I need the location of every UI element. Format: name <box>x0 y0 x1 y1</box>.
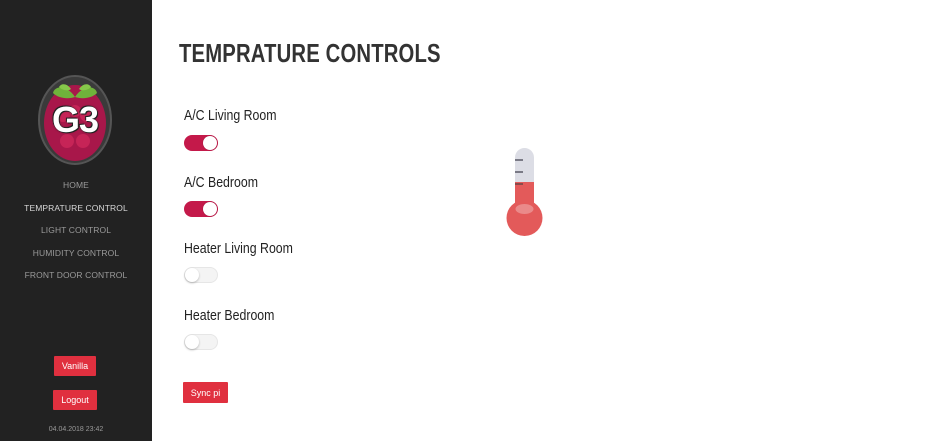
nav-item-temprature-control[interactable]: TEMPRATURE CONTROL <box>0 199 152 222</box>
toggle-knob <box>185 335 199 349</box>
vanilla-button[interactable]: Vanilla <box>54 356 96 376</box>
nav-item-light-control[interactable]: LIGHT CONTROL <box>0 221 152 244</box>
thermometer-icon <box>505 148 545 238</box>
nav-item-home[interactable]: HOME <box>0 176 152 199</box>
control-label-ac-living-room: A/C Living Room <box>184 108 277 124</box>
logout-button[interactable]: Logout <box>53 390 97 410</box>
sidebar-nav: HOME TEMPRATURE CONTROL LIGHT CONTROL HU… <box>0 176 152 289</box>
logo-text: G3 <box>51 99 99 140</box>
toggle-knob <box>203 136 217 150</box>
timestamp: 04.04.2018 23:42 <box>48 426 104 433</box>
sidebar: G3 HOME TEMPRATURE CONTROL LIGHT CONTROL… <box>0 0 152 441</box>
toggle-knob <box>203 202 217 216</box>
control-label-heater-living-room: Heater Living Room <box>184 241 293 257</box>
sync-pi-button[interactable]: Sync pi <box>183 382 228 403</box>
control-label-ac-bedroom: A/C Bedroom <box>184 175 258 191</box>
toggle-heater-living-room[interactable] <box>184 267 218 283</box>
toggle-ac-living-room[interactable] <box>184 135 218 151</box>
nav-item-humidity-control[interactable]: HUMIDITY CONTROL <box>0 244 152 267</box>
toggle-knob <box>185 268 199 282</box>
control-label-heater-bedroom: Heater Bedroom <box>184 308 275 324</box>
toggle-heater-bedroom[interactable] <box>184 334 218 350</box>
toggle-ac-bedroom[interactable] <box>184 201 218 217</box>
nav-item-front-door-control[interactable]: FRONT DOOR CONTROL <box>0 266 152 289</box>
page-title: TEMPRATURE CONTROLS <box>179 38 441 68</box>
raspberry-pi-logo: G3 <box>37 75 113 165</box>
